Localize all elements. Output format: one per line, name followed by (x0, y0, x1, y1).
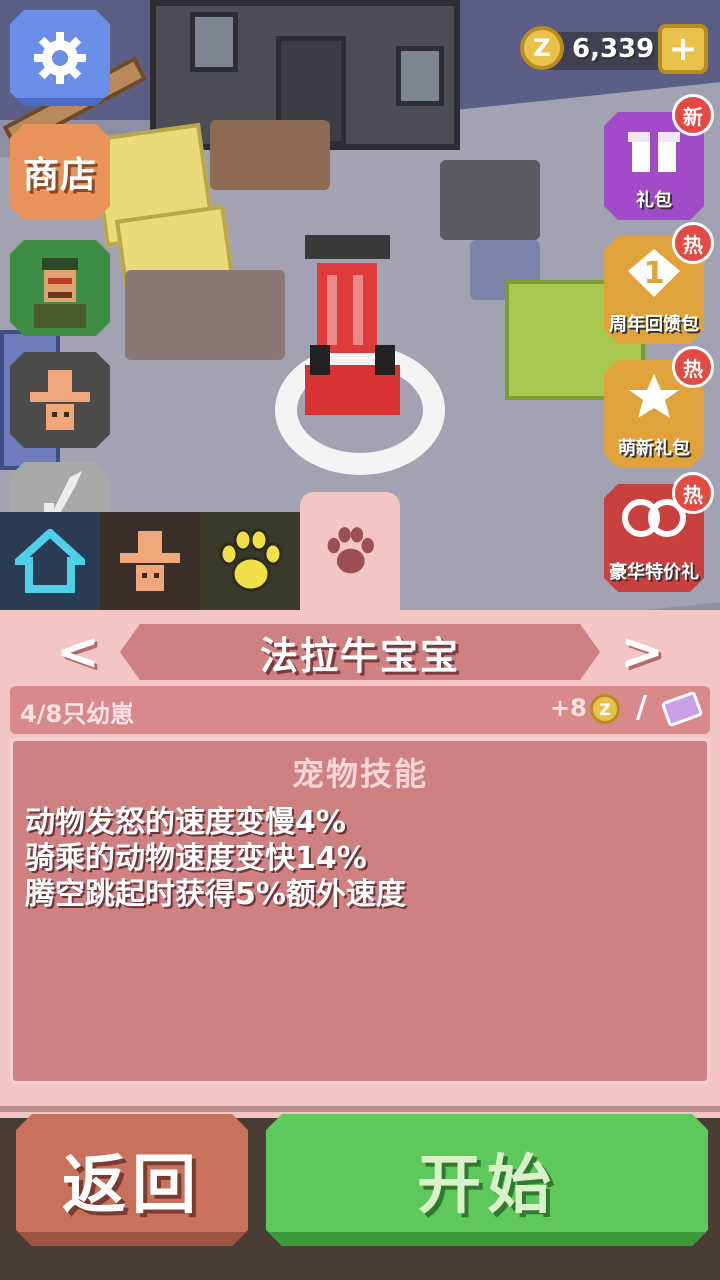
anniversary-pack-label: 周年回馈包 (609, 314, 699, 335)
cowboy-hat-icon (120, 531, 180, 591)
coin-icon: Z (590, 694, 620, 724)
red-car (305, 235, 400, 415)
pet-name-bar: 法拉牛宝宝 (120, 624, 600, 680)
coin-counter: Z 6,339 + (520, 24, 708, 76)
hat-button[interactable] (10, 352, 110, 448)
character-avatar-icon (34, 258, 86, 328)
start-label: 开始 (417, 1149, 557, 1223)
panel-edge (0, 1086, 720, 1112)
barn-window (190, 12, 238, 72)
coin-bonus: +8 (550, 694, 587, 722)
ticket-icon (660, 690, 704, 728)
skills-list: 动物发怒的速度变慢4% 骑乘的动物速度变快14% 腾空跳起时获得5%额外速度 (25, 805, 707, 913)
brown-bull (210, 120, 330, 190)
baby-count: 4/8只幼崽 (20, 700, 135, 728)
shop-button[interactable]: 商店 (10, 124, 110, 220)
shop-label: 商店 (22, 155, 97, 196)
pet-skills-box: 宠物技能 动物发怒的速度变慢4% 骑乘的动物速度变快14% 腾空跳起时获得5%额… (10, 738, 710, 1084)
hot-badge: 热 (672, 346, 714, 388)
buffalo (125, 270, 285, 360)
deluxe-pack-label: 豪华特价礼 (609, 562, 699, 583)
hot-badge: 热 (672, 222, 714, 264)
prev-pet-button[interactable]: < (56, 622, 100, 682)
home-icon (15, 529, 85, 593)
back-label: 返回 (62, 1149, 202, 1223)
settings-button[interactable] (10, 10, 110, 106)
tab-hats[interactable] (100, 512, 200, 610)
skill-item: 动物发怒的速度变慢4% (25, 805, 346, 840)
coin-icon: Z (520, 26, 564, 70)
character-button[interactable] (10, 240, 110, 336)
skills-title: 宠物技能 (291, 755, 428, 793)
new-badge: 新 (672, 94, 714, 136)
coin-amount: 6,339 (572, 34, 655, 64)
grey-elephant (440, 160, 540, 240)
next-pet-button[interactable]: > (620, 622, 664, 682)
barn-window (396, 46, 444, 106)
start-button[interactable]: 开始 (266, 1114, 708, 1246)
cowboy-hat-icon (30, 370, 90, 430)
gear-icon (34, 32, 86, 84)
separator: / (636, 690, 647, 725)
svg-text:1: 1 (644, 256, 665, 291)
paw-icon (219, 528, 283, 592)
add-coins-button[interactable]: + (658, 24, 708, 74)
gift-box-icon (628, 112, 680, 186)
pet-info-row: 4/8只幼崽 +8 Z / (10, 686, 710, 734)
paw-icon-selected (327, 527, 374, 574)
gift-pack-label: 礼包 (636, 190, 672, 211)
newbie-pack-label: 萌新礼包 (618, 438, 690, 459)
hot-badge: 热 (672, 472, 714, 514)
tab-pets[interactable] (300, 492, 400, 610)
pet-name: 法拉牛宝宝 (259, 633, 460, 678)
skill-item: 骑乘的动物速度变快14% (25, 841, 367, 876)
tab-animals[interactable] (200, 512, 300, 610)
back-button[interactable]: 返回 (16, 1114, 248, 1246)
tab-home[interactable] (0, 512, 100, 610)
skill-item: 腾空跳起时获得5%额外速度 (25, 877, 406, 912)
pet-detail-panel: < 法拉牛宝宝 > 4/8只幼崽 +8 Z / 宠物技能 动物发怒的速度变慢4%… (0, 610, 720, 1280)
rocket-icon (44, 471, 82, 517)
